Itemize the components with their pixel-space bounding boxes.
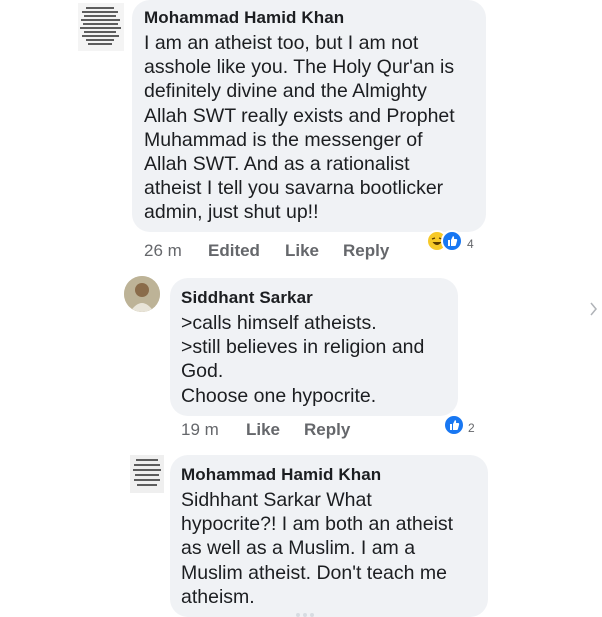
comment-timestamp[interactable]: 26 m: [144, 241, 182, 261]
carousel-dots: [296, 604, 326, 617]
comment-text: Sidhhant Sarkar What hypocrite?! I am bo…: [181, 489, 454, 608]
person-avatar-icon: [124, 276, 160, 312]
avatar[interactable]: [124, 276, 160, 312]
like-button[interactable]: Like: [246, 420, 280, 440]
comment-bubble: Mohammad Hamid Khan I am an atheist too,…: [132, 0, 486, 232]
comment-text: I am an atheist too, but I am not asshol…: [144, 32, 455, 224]
reaction-summary[interactable]: 4: [426, 230, 486, 254]
chevron-right-icon[interactable]: [586, 296, 602, 322]
comment-bubble: Siddhant Sarkar >calls himself atheists.…: [170, 278, 458, 416]
comment-bubble: Mohammad Hamid Khan Sidhhant Sarkar What…: [170, 455, 488, 617]
reaction-count: 4: [467, 237, 474, 251]
like-button[interactable]: Like: [285, 241, 319, 261]
comment-author[interactable]: Siddhant Sarkar: [181, 288, 313, 308]
reaction-count: 2: [468, 421, 475, 435]
like-reaction-icon: [443, 414, 465, 436]
text-image-avatar-icon: [78, 3, 124, 51]
reaction-summary[interactable]: 2: [443, 414, 489, 438]
avatar[interactable]: [130, 455, 164, 493]
avatar[interactable]: [78, 3, 124, 51]
comment-author[interactable]: Mohammad Hamid Khan: [181, 465, 381, 485]
edited-label[interactable]: Edited: [208, 241, 260, 261]
reply-button[interactable]: Reply: [343, 241, 389, 261]
comment-timestamp[interactable]: 19 m: [181, 420, 219, 440]
like-reaction-icon: [441, 230, 463, 252]
comment-text: >calls himself atheists. >still believes…: [181, 312, 425, 407]
comment-actions: 19 m Like Reply: [181, 420, 431, 444]
comment-author[interactable]: Mohammad Hamid Khan: [144, 8, 344, 28]
text-image-avatar-icon: [130, 455, 164, 493]
reply-button[interactable]: Reply: [304, 420, 350, 440]
